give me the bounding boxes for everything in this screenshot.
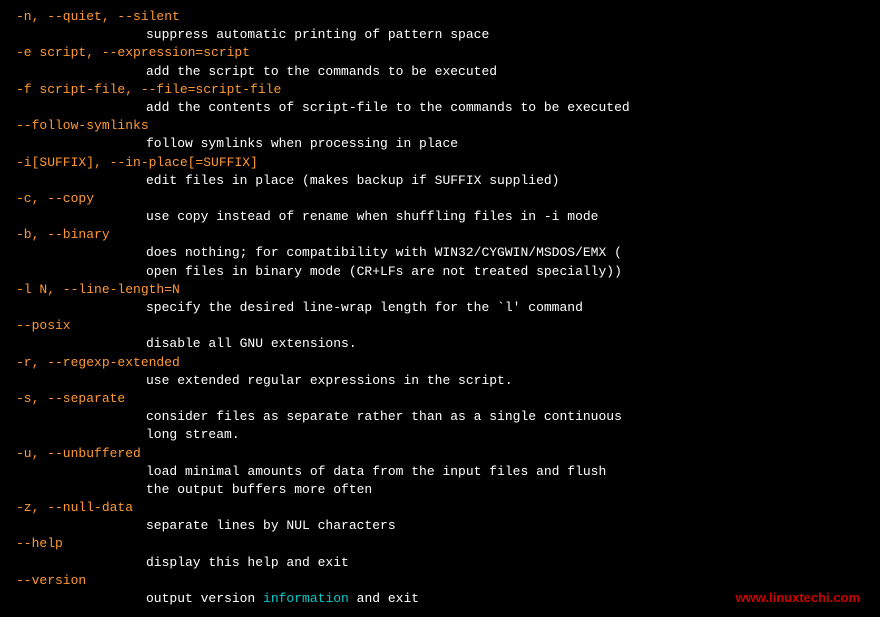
option-description: specify the desired line-wrap length for… — [16, 299, 880, 317]
option-description: display this help and exit — [16, 554, 880, 572]
option-description: edit files in place (makes backup if SUF… — [16, 172, 880, 190]
option-description: add the contents of script-file to the c… — [16, 99, 880, 117]
option-description: separate lines by NUL characters — [16, 517, 880, 535]
option-name: -e script, --expression=script — [16, 44, 880, 62]
option-description: does nothing; for compatibility with WIN… — [16, 244, 880, 262]
option-name: -b, --binary — [16, 226, 880, 244]
option-name: -l N, --line-length=N — [16, 281, 880, 299]
highlighted-text: information — [263, 591, 349, 606]
option-description: the output buffers more often — [16, 481, 880, 499]
option-name: -c, --copy — [16, 190, 880, 208]
watermark-text: www.linuxtechi.com — [736, 589, 860, 607]
option-description: use extended regular expressions in the … — [16, 372, 880, 390]
option-description: use copy instead of rename when shufflin… — [16, 208, 880, 226]
option-description: follow symlinks when processing in place — [16, 135, 880, 153]
description-text: and exit — [349, 591, 419, 606]
option-name: -r, --regexp-extended — [16, 354, 880, 372]
option-name: --posix — [16, 317, 880, 335]
option-name: -i[SUFFIX], --in-place[=SUFFIX] — [16, 154, 880, 172]
option-description: open files in binary mode (CR+LFs are no… — [16, 263, 880, 281]
option-name: -u, --unbuffered — [16, 445, 880, 463]
description-text: output version — [146, 591, 263, 606]
option-description: add the script to the commands to be exe… — [16, 63, 880, 81]
option-name: -s, --separate — [16, 390, 880, 408]
option-description: load minimal amounts of data from the in… — [16, 463, 880, 481]
option-description: suppress automatic printing of pattern s… — [16, 26, 880, 44]
option-description: consider files as separate rather than a… — [16, 408, 880, 426]
option-name: -z, --null-data — [16, 499, 880, 517]
manpage-content: -n, --quiet, --silentsuppress automatic … — [16, 8, 880, 608]
option-description: disable all GNU extensions. — [16, 335, 880, 353]
option-description: long stream. — [16, 426, 880, 444]
option-name: -f script-file, --file=script-file — [16, 81, 880, 99]
option-name: --version — [16, 572, 880, 590]
option-name: -n, --quiet, --silent — [16, 8, 880, 26]
option-name: --help — [16, 535, 880, 553]
option-name: --follow-symlinks — [16, 117, 880, 135]
